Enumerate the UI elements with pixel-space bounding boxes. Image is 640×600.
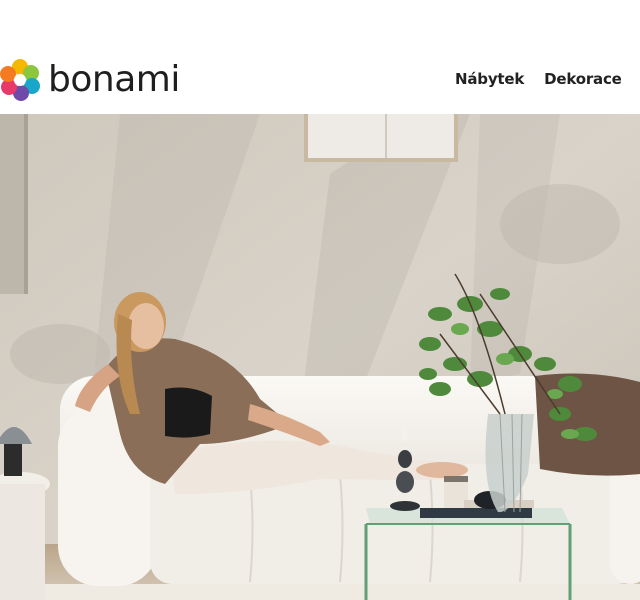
site-header: bonami Nábytek Dekorace No — [0, 0, 640, 114]
brand-logo[interactable]: bonami — [0, 58, 180, 102]
brand-name: bonami — [48, 59, 180, 100]
hero-image — [0, 114, 640, 600]
nav-item-nabytek[interactable]: Nábytek — [455, 70, 524, 88]
hero-banner[interactable] — [0, 114, 640, 600]
flower-logo-icon — [0, 59, 40, 101]
nav-item-dekorace[interactable]: Dekorace — [544, 70, 622, 88]
main-nav: Nábytek Dekorace No — [455, 70, 640, 88]
